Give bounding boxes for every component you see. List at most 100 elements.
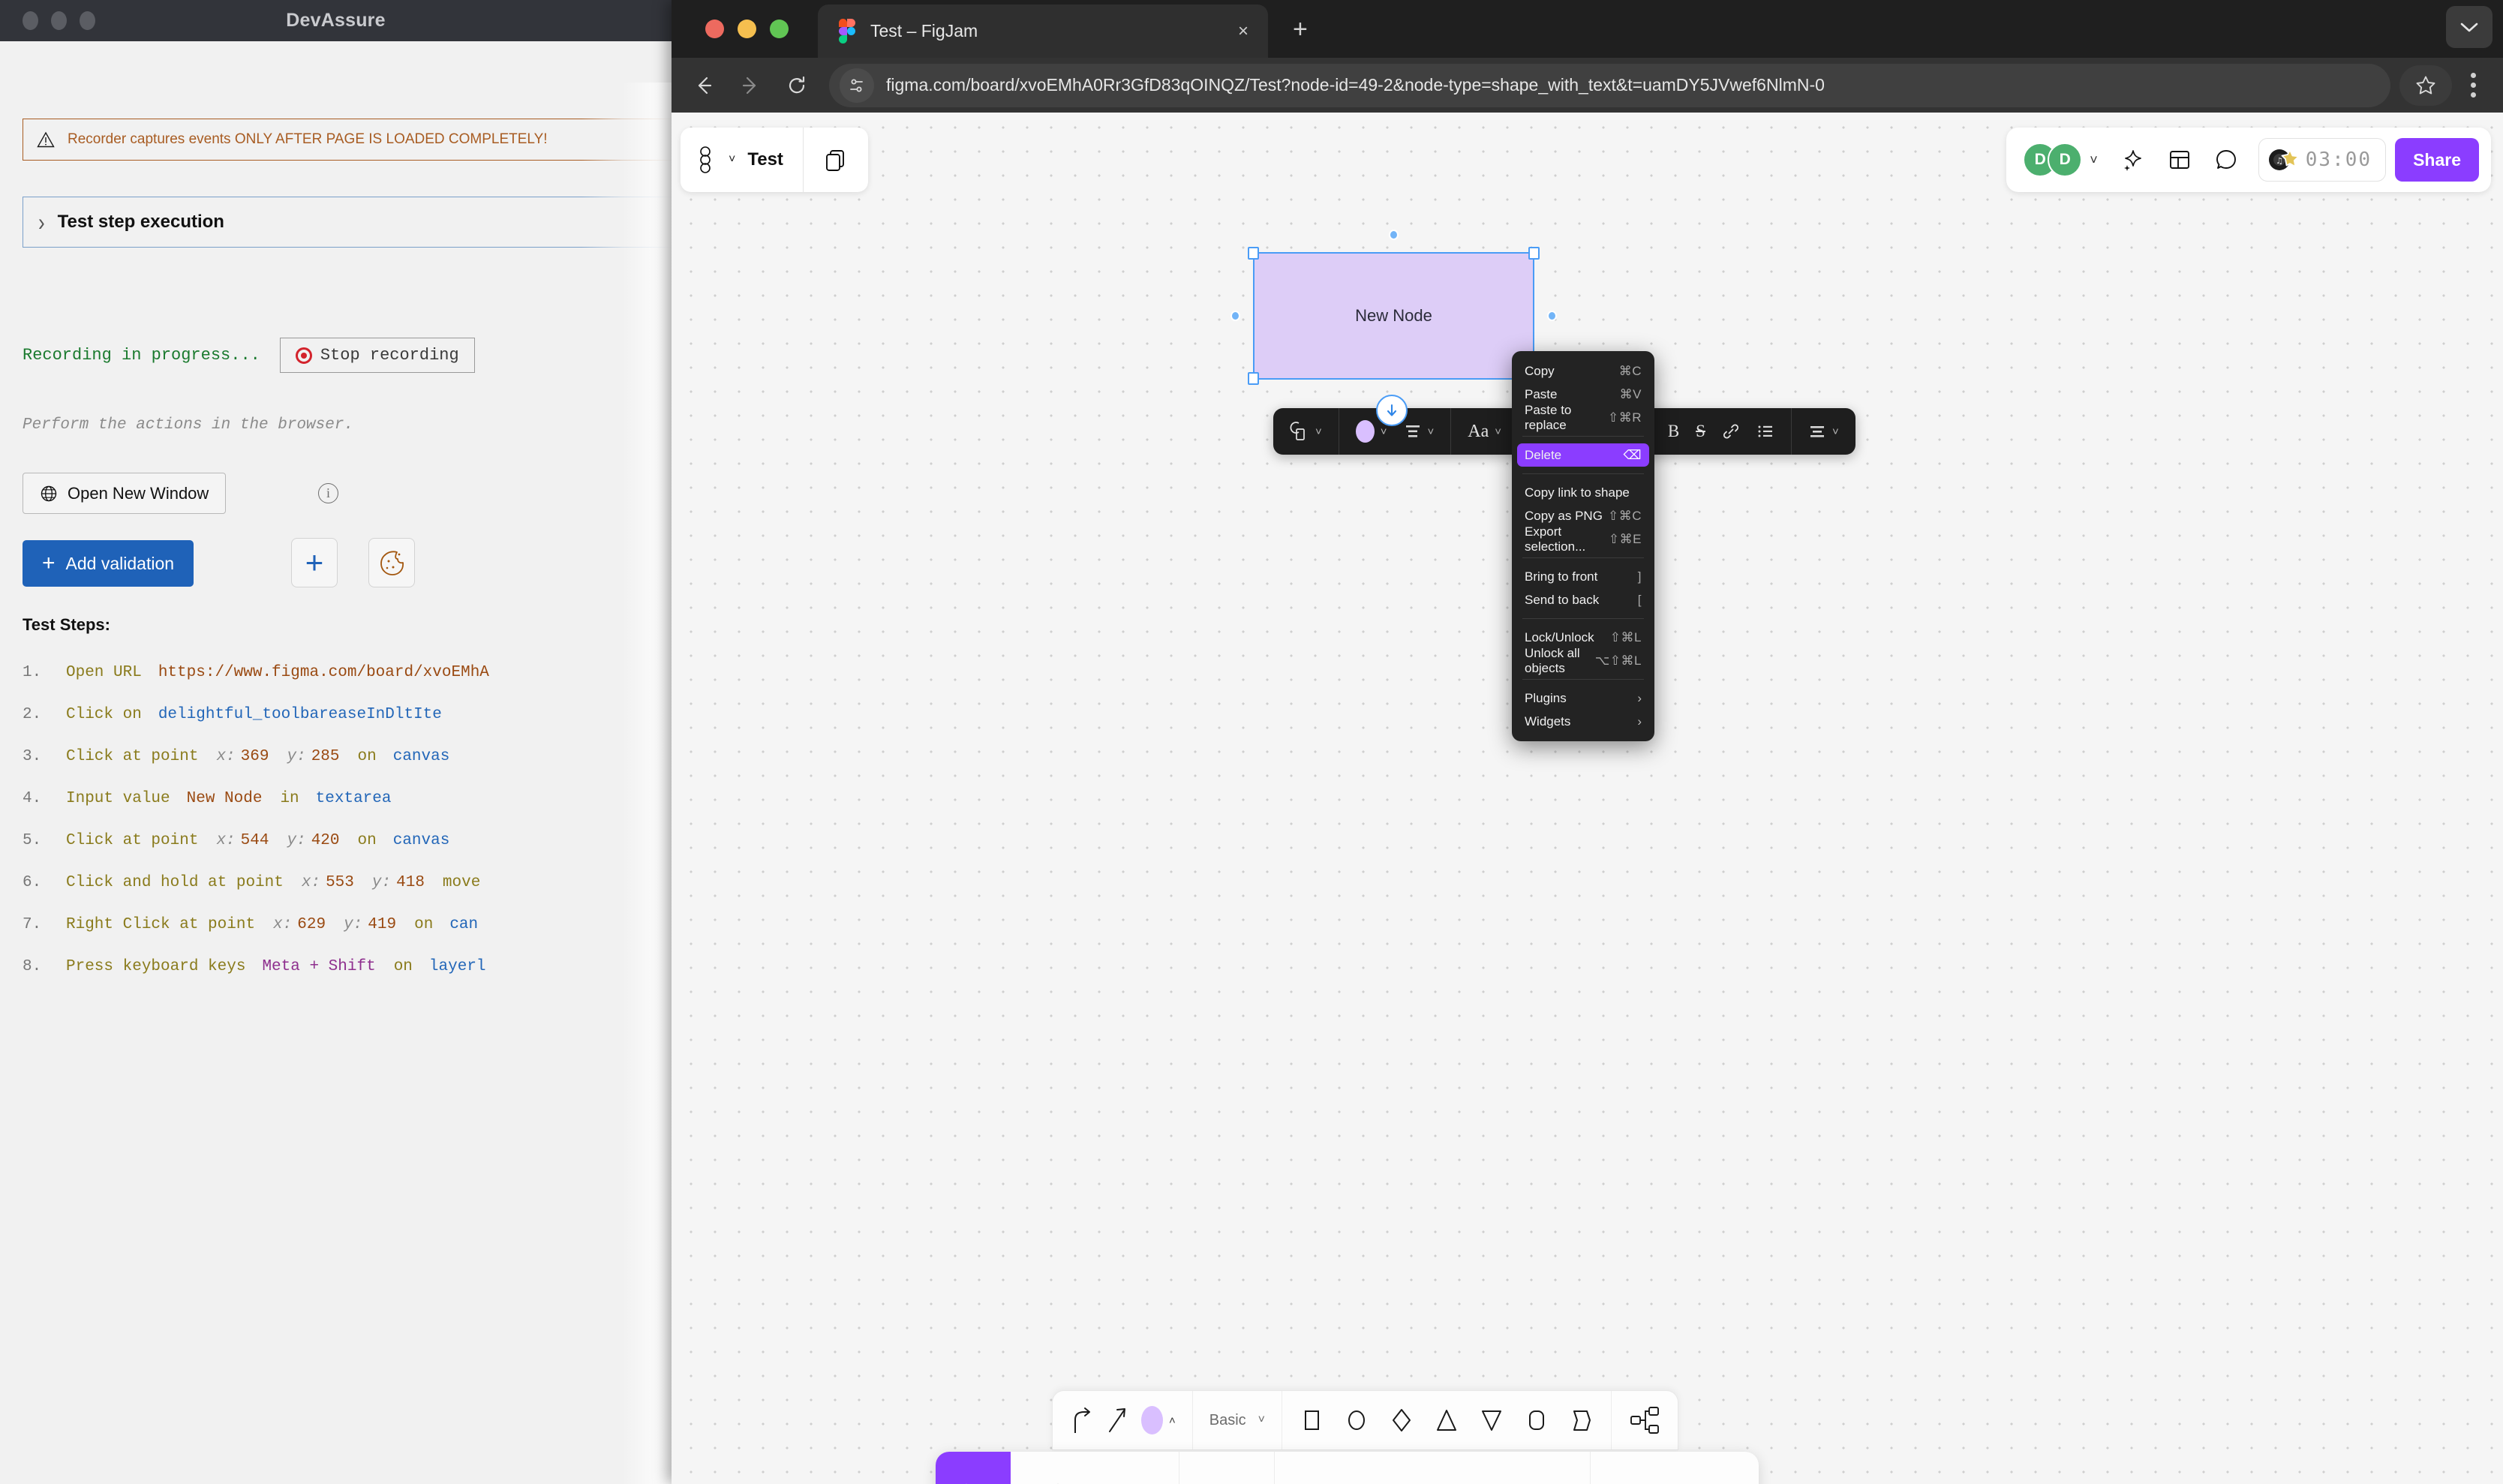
close-window-button[interactable] <box>705 20 724 38</box>
menu-item-paste-to-replace[interactable]: Paste to replace ⇧⌘R <box>1512 406 1654 429</box>
cursor-tool-button[interactable] <box>936 1452 1011 1484</box>
avatar[interactable]: D <box>2048 143 2082 177</box>
section-tool-button[interactable] <box>1362 1452 1429 1484</box>
menu-item-bring-to-front[interactable]: Bring to front ] <box>1512 565 1654 588</box>
stamp-tool-button[interactable] <box>1509 1452 1576 1484</box>
avatars-chevron-down-icon[interactable]: ˅ <box>2090 152 2098 168</box>
link-button[interactable] <box>1716 413 1746 449</box>
draw-tools-group <box>1011 1452 1179 1484</box>
add-below-button[interactable] <box>1376 395 1408 426</box>
share-label: Share <box>2413 150 2461 170</box>
shapes-tool-button[interactable] <box>1193 1452 1261 1484</box>
ai-sparkle-icon[interactable] <box>2110 137 2156 183</box>
minimize-window-dot[interactable] <box>51 11 67 30</box>
minimize-window-button[interactable] <box>738 20 756 38</box>
resize-handle-top-right[interactable] <box>1528 247 1540 260</box>
test-step-row[interactable]: 1. Open URL https://www.figma.com/board/… <box>23 664 672 706</box>
strikethrough-button[interactable]: S <box>1690 413 1711 449</box>
triangle-down-icon[interactable] <box>1479 1405 1504 1435</box>
media-tool-button[interactable] <box>1604 1452 1672 1484</box>
diamond-icon[interactable] <box>1389 1405 1414 1435</box>
connector-dot-top[interactable] <box>1389 230 1399 240</box>
resize-handle-top-left[interactable] <box>1248 247 1259 260</box>
site-settings-icon[interactable] <box>840 68 874 103</box>
open-new-window-button[interactable]: Open New Window <box>23 473 226 514</box>
bookmark-button[interactable] <box>2399 65 2452 106</box>
more-tools-button[interactable] <box>1678 1452 1745 1484</box>
diagram-node-icon[interactable] <box>1628 1404 1661 1436</box>
close-window-dot[interactable] <box>23 11 38 30</box>
add-validation-button[interactable]: + Add validation <box>23 540 194 587</box>
pages-button[interactable] <box>804 128 868 192</box>
menu-item-export-selection[interactable]: Export selection... ⇧⌘E <box>1512 527 1654 551</box>
font-family-button[interactable]: Aa ˅ <box>1462 413 1507 449</box>
menu-item-plugins[interactable]: Plugins › <box>1512 686 1654 710</box>
menu-item-label: Paste to replace <box>1525 403 1608 433</box>
chevron-down-icon[interactable]: ˅ <box>1258 1413 1265 1427</box>
browser-menu-button[interactable] <box>2456 62 2489 109</box>
shape-style-label[interactable]: Basic <box>1209 1412 1246 1429</box>
reload-button[interactable] <box>774 62 820 109</box>
menu-item-delete[interactable]: Delete ⌫ <box>1517 443 1649 467</box>
share-button[interactable]: Share <box>2395 138 2479 182</box>
figjam-canvas[interactable]: ˅ Test D D ˅ <box>672 113 2503 1484</box>
test-step-row[interactable]: 5. Click at point x: 544 y: 420 on canva… <box>23 832 672 874</box>
connector-dot-right[interactable] <box>1547 311 1557 321</box>
browser-tab-figjam[interactable]: Test – FigJam × <box>818 5 1268 58</box>
step-x-label: x: <box>302 874 320 891</box>
test-step-row[interactable]: 6. Click and hold at point x: 553 y: 418… <box>23 874 672 916</box>
chevron-up-icon[interactable]: ˄ <box>1169 1414 1176 1427</box>
elbow-connector-icon[interactable] <box>1069 1404 1093 1436</box>
stop-recording-button[interactable]: Stop recording <box>280 338 475 373</box>
timer-widget[interactable]: ♫ 03:00 <box>2258 138 2386 182</box>
shape-swap-button[interactable]: ˅ <box>1284 413 1328 449</box>
cookie-button[interactable] <box>368 538 415 587</box>
collaborator-avatars[interactable]: D D <box>2023 143 2082 177</box>
sticky-note-tool-button[interactable] <box>1098 1452 1165 1484</box>
maximize-window-dot[interactable] <box>80 11 95 30</box>
info-icon[interactable]: i <box>318 483 338 503</box>
triangle-up-icon[interactable] <box>1434 1405 1459 1435</box>
comment-bubble-icon[interactable] <box>2203 137 2249 183</box>
pen-tool-button[interactable] <box>1024 1452 1092 1484</box>
bold-button[interactable]: B <box>1662 413 1685 449</box>
resize-handle-bottom-left[interactable] <box>1248 372 1259 385</box>
maximize-window-button[interactable] <box>770 20 789 38</box>
close-tab-icon[interactable]: × <box>1230 21 1256 42</box>
menu-item-copy[interactable]: Copy ⌘C <box>1512 359 1654 383</box>
ellipse-icon[interactable] <box>1344 1405 1369 1435</box>
parallelogram-icon[interactable] <box>1569 1405 1594 1435</box>
menu-item-label: Copy link to shape <box>1525 485 1630 500</box>
connector-color-swatch[interactable] <box>1141 1406 1163 1434</box>
text-tool-button[interactable] <box>1288 1452 1356 1484</box>
file-menu[interactable]: ˅ Test <box>681 128 803 192</box>
sparkle-glyph <box>2120 147 2146 173</box>
test-step-row[interactable]: 2. Click on delightful_toolbareaseInDltI… <box>23 706 672 748</box>
vertical-align-button[interactable]: ˅ <box>1802 413 1845 449</box>
menu-item-unlock-all-objects[interactable]: Unlock all objects ⌥⇧⌘L <box>1512 649 1654 672</box>
menu-item-send-to-back[interactable]: Send to back [ <box>1512 588 1654 611</box>
menu-item-widgets[interactable]: Widgets › <box>1512 710 1654 733</box>
layout-panel-icon[interactable] <box>2156 137 2203 183</box>
menu-item-shortcut: ⌫ <box>1623 448 1642 463</box>
test-step-row[interactable]: 4. Input value New Node in textarea <box>23 790 672 832</box>
back-button[interactable] <box>681 62 727 109</box>
chevron-down-icon[interactable] <box>2446 6 2492 48</box>
new-tab-button[interactable]: + <box>1293 15 1308 44</box>
rounded-rect-icon[interactable] <box>1524 1405 1549 1435</box>
connector-dot-left[interactable] <box>1230 311 1240 321</box>
square-icon[interactable] <box>1299 1405 1324 1435</box>
menu-item-copy-link-to-shape[interactable]: Copy link to shape <box>1512 481 1654 504</box>
table-tool-button[interactable] <box>1435 1452 1503 1484</box>
test-step-row[interactable]: 8. Press keyboard keys Meta + Shift on l… <box>23 958 672 1000</box>
figjam-shape-new-node[interactable]: New Node <box>1253 252 1534 380</box>
test-step-row[interactable]: 3. Click at point x: 369 y: 285 on canva… <box>23 748 672 790</box>
add-step-button[interactable]: + <box>291 538 338 587</box>
address-bar[interactable]: figma.com/board/xvoEMhA0Rr3GfD83qOINQZ/T… <box>829 64 2390 107</box>
text-align-icon <box>1404 423 1422 440</box>
test-step-row[interactable]: 7. Right Click at point x: 629 y: 419 on… <box>23 916 672 958</box>
bulleted-list-button[interactable] <box>1750 413 1780 449</box>
forward-button[interactable] <box>727 62 774 109</box>
test-step-execution-panel[interactable]: › Test step execution <box>23 197 672 248</box>
straight-arrow-icon[interactable] <box>1105 1404 1129 1436</box>
